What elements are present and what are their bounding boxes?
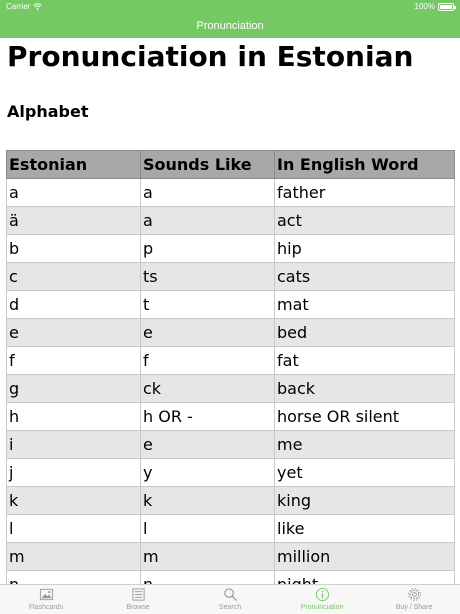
english-word: king [274, 486, 455, 515]
info-icon [315, 587, 329, 602]
navigation-bar: Pronunciation [0, 14, 460, 38]
sounds-like: h OR - [140, 402, 275, 431]
tab-buy-share[interactable]: Buy / Share [368, 585, 460, 614]
wifi-icon [33, 3, 43, 10]
table-row: c ts cats [6, 262, 455, 291]
table-row: k k king [6, 486, 455, 515]
table-row: m m million [6, 542, 455, 571]
sounds-like: m [140, 542, 275, 571]
sounds-like: y [140, 458, 275, 487]
estonian-letter: h [6, 402, 141, 431]
estonian-letter: f [6, 346, 141, 375]
table-row: b p hip [6, 234, 455, 263]
estonian-letter: e [6, 318, 141, 347]
estonian-letter: l [6, 514, 141, 543]
sounds-like: ck [140, 374, 275, 403]
battery-percent: 100% [414, 2, 435, 11]
english-word: fat [274, 346, 455, 375]
english-word: yet [274, 458, 455, 487]
english-word: father [274, 178, 455, 207]
table-row: ä a act [6, 206, 455, 235]
search-icon [223, 588, 237, 602]
sounds-like: k [140, 486, 275, 515]
table-row: f f fat [6, 346, 455, 375]
tab-bar: Flashcards Browse Search Pronunciation B… [0, 584, 460, 614]
tab-label: Browse [126, 604, 150, 611]
english-word: back [274, 374, 455, 403]
table-row: a a father [6, 178, 455, 207]
english-word: act [274, 206, 455, 235]
estonian-letter: k [6, 486, 141, 515]
battery-indicator: 100% [414, 2, 456, 11]
english-word: hip [274, 234, 455, 263]
page-title: Pronunciation in Estonian [7, 40, 414, 73]
table-row: j y yet [6, 458, 455, 487]
tab-flashcards[interactable]: Flashcards [0, 585, 92, 614]
table-row: e e bed [6, 318, 455, 347]
sounds-like: ts [140, 262, 275, 291]
estonian-letter: c [6, 262, 141, 291]
sounds-like: p [140, 234, 275, 263]
table-row: n n night [6, 570, 455, 584]
english-word: mat [274, 290, 455, 319]
sounds-like: e [140, 430, 275, 459]
estonian-letter: b [6, 234, 141, 263]
column-header-english-word: In English Word [274, 150, 455, 179]
english-word: like [274, 514, 455, 543]
tab-browse[interactable]: Browse [92, 585, 184, 614]
column-header-sounds-like: Sounds Like [140, 150, 275, 179]
estonian-letter: g [6, 374, 141, 403]
alphabet-table: Estonian Sounds Like In English Word a a… [6, 150, 455, 584]
estonian-letter: d [6, 290, 141, 319]
sounds-like: l [140, 514, 275, 543]
table-row: h h OR - horse OR silent [6, 402, 455, 431]
column-header-estonian: Estonian [6, 150, 141, 179]
english-word: cats [274, 262, 455, 291]
table-header-row: Estonian Sounds Like In English Word [6, 150, 455, 179]
english-word: bed [274, 318, 455, 347]
sounds-like: t [140, 290, 275, 319]
english-word: horse OR silent [274, 402, 455, 431]
tab-label: Flashcards [28, 604, 64, 611]
gear-icon [407, 588, 421, 601]
sounds-like: a [140, 178, 275, 207]
nav-title: Pronunciation [196, 20, 264, 32]
table-row: i e me [6, 430, 455, 459]
list-icon [131, 588, 145, 601]
content-area[interactable]: Pronunciation in Estonian Alphabet Eston… [0, 38, 460, 584]
estonian-letter: ä [6, 206, 141, 235]
tab-label: Buy / Share [395, 604, 433, 611]
carrier-indicator: Carrier [6, 2, 43, 11]
estonian-letter: i [6, 430, 141, 459]
table-row: l l like [6, 514, 455, 543]
tab-label: Search [218, 604, 242, 611]
status-bar: Carrier 100% [0, 0, 460, 14]
battery-icon [438, 2, 456, 11]
tab-label: Pronunciation [300, 604, 344, 611]
carrier-label: Carrier [6, 2, 31, 11]
sounds-like: n [140, 570, 275, 584]
sounds-like: e [140, 318, 275, 347]
english-word: me [274, 430, 455, 459]
tab-search[interactable]: Search [184, 585, 276, 614]
image-icon [39, 588, 53, 601]
sounds-like: f [140, 346, 275, 375]
table-row: g ck back [6, 374, 455, 403]
estonian-letter: j [6, 458, 141, 487]
tab-pronunciation[interactable]: Pronunciation [276, 585, 368, 614]
sounds-like: a [140, 206, 275, 235]
estonian-letter: n [6, 570, 141, 584]
table-row: d t mat [6, 290, 455, 319]
estonian-letter: m [6, 542, 141, 571]
english-word: night [274, 570, 455, 584]
section-title: Alphabet [7, 102, 89, 121]
english-word: million [274, 542, 455, 571]
estonian-letter: a [6, 178, 141, 207]
